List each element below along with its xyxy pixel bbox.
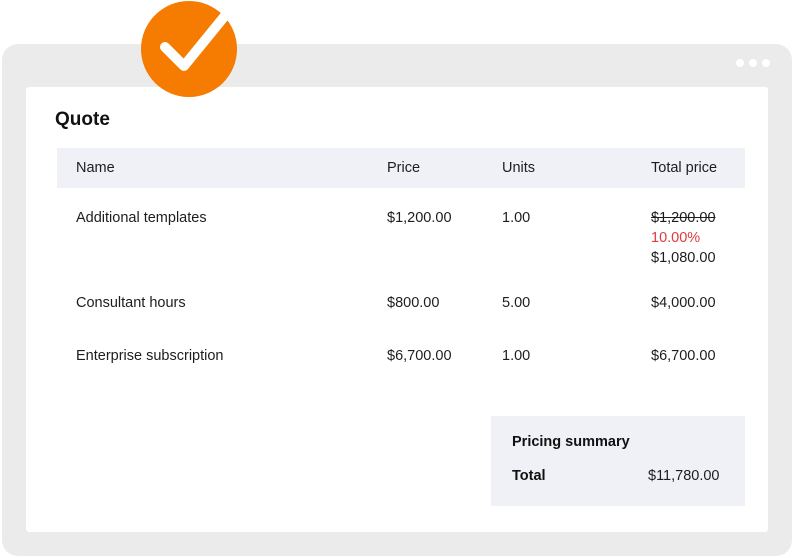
table-row: Consultant hours $800.00 5.00 $4,000.00 [26,293,768,353]
window-dot-icon[interactable] [762,59,770,67]
pricing-summary: Pricing summary Total $11,780.00 [491,416,745,506]
window-controls [736,59,770,67]
window-dot-icon[interactable] [736,59,744,67]
item-units: 1.00 [502,210,531,226]
item-price: $1,200.00 [387,210,452,226]
summary-total-label: Total [512,468,546,484]
item-name: Enterprise subscription [76,348,224,364]
table-header: Name Price Units Total price [57,148,745,188]
summary-total-value: $11,780.00 [648,468,720,484]
checkmark-icon [141,1,237,97]
item-price: $6,700.00 [387,348,452,364]
item-units: 1.00 [502,348,531,364]
item-total: $6,700.00 [651,348,716,364]
window-dot-icon[interactable] [749,59,757,67]
quote-card: Quote Name Price Units Total price Addit… [26,87,768,532]
discount-percent: 10.00% [651,230,701,246]
column-header-total: Total price [651,160,718,176]
column-header-units: Units [502,160,536,176]
item-name: Additional templates [76,210,207,226]
item-total-block: $1,200.00 10.00% $1,080.00 [651,208,716,268]
original-total: $1,200.00 [651,210,716,226]
item-total: $4,000.00 [651,295,716,311]
pricing-summary-title: Pricing summary [512,434,630,450]
item-name: Consultant hours [76,295,186,311]
column-header-name: Name [76,160,115,176]
item-units: 5.00 [502,295,531,311]
page-title: Quote [55,109,110,130]
table-row: Enterprise subscription $6,700.00 1.00 $… [26,346,768,406]
item-total: $1,080.00 [651,250,716,266]
column-header-price: Price [387,160,421,176]
item-price: $800.00 [387,295,440,311]
checkmark-badge [140,0,238,98]
table-row: Additional templates $1,200.00 1.00 $1,2… [26,208,768,268]
browser-window: Quote Name Price Units Total price Addit… [2,44,792,556]
